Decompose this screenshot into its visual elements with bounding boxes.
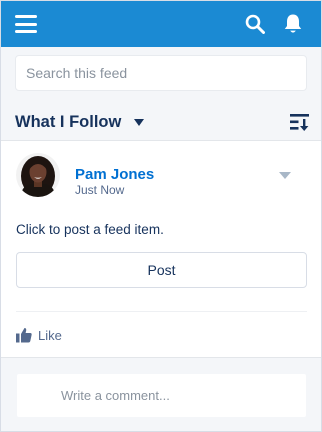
post-button[interactable]: Post [16,252,307,288]
feed-filter-row: What I Follow [15,111,309,135]
post-author-link[interactable]: Pam Jones [75,166,154,183]
feed-filter-dropdown[interactable]: What I Follow [15,113,121,132]
comment-area [1,358,321,431]
post-body-text: Click to post a feed item. [16,222,164,237]
sort-icon[interactable] [290,113,309,131]
feed-item-card: Pam Jones Just Now Click to post a feed … [1,140,321,358]
avatar[interactable] [16,153,60,197]
like-button[interactable]: Like [16,326,62,344]
comment-box [17,374,306,417]
bell-icon[interactable] [283,13,303,35]
hamburger-icon[interactable] [15,15,37,33]
search-input[interactable] [16,56,306,90]
caret-down-icon[interactable] [134,119,144,126]
comment-input[interactable] [17,374,306,417]
like-label: Like [38,327,62,343]
app-header [1,1,321,47]
search-icon[interactable] [245,14,265,34]
divider [16,311,307,312]
chevron-down-icon[interactable] [279,172,291,179]
feed-search [15,55,307,91]
post-timestamp: Just Now [75,183,125,197]
thumbs-up-icon [16,328,32,343]
